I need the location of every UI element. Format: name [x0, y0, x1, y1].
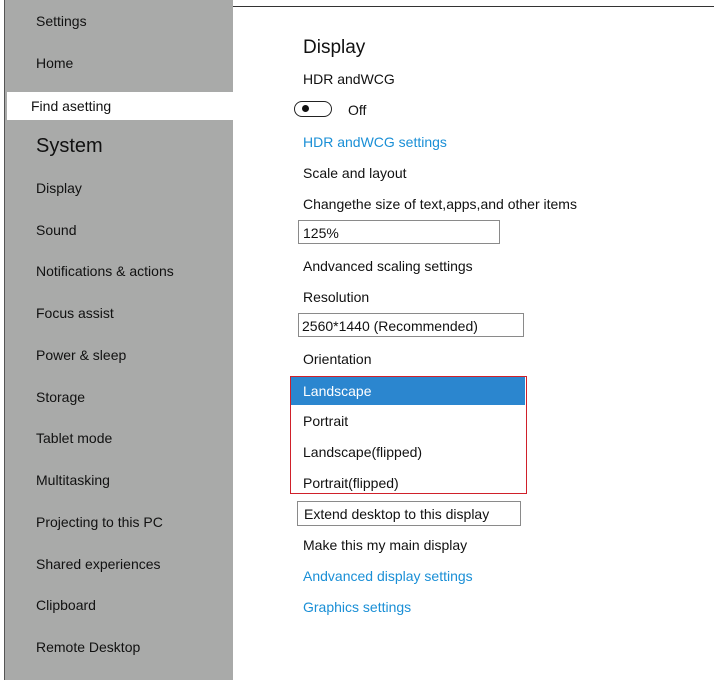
hdr-heading: HDR andWCG: [303, 71, 395, 87]
advanced-display-settings-link[interactable]: Andvanced display settings: [303, 568, 473, 584]
orientation-option-portrait[interactable]: Portrait: [291, 407, 525, 435]
display-settings-page: Display HDR andWCG Off HDR andWCG settin…: [0, 0, 714, 680]
orientation-option-landscape[interactable]: Landscape: [291, 377, 525, 405]
toggle-knob: [302, 105, 309, 112]
hdr-toggle-switch[interactable]: [294, 101, 332, 117]
resolution-dropdown[interactable]: 2560*1440 (Recommended): [298, 313, 524, 337]
scale-description: Changethe size of text,apps,and other it…: [303, 196, 577, 212]
main-display-option[interactable]: Make this my main display: [303, 537, 467, 553]
orientation-option-portrait-flipped[interactable]: Portrait(flipped): [291, 469, 525, 497]
multiple-displays-dropdown[interactable]: Extend desktop to this display: [297, 501, 521, 526]
hdr-wcg-settings-link[interactable]: HDR andWCG settings: [303, 134, 447, 150]
orientation-heading: Orientation: [303, 351, 372, 367]
orientation-dropdown-list: Landscape Portrait Landscape(flipped) Po…: [290, 376, 527, 494]
scale-dropdown[interactable]: 125%: [298, 220, 500, 244]
page-title: Display: [303, 37, 366, 58]
graphics-settings-link[interactable]: Graphics settings: [303, 599, 411, 615]
advanced-scaling-settings[interactable]: Andvanced scaling settings: [303, 258, 473, 274]
orientation-option-landscape-flipped[interactable]: Landscape(flipped): [291, 438, 525, 466]
resolution-heading: Resolution: [303, 289, 370, 305]
scale-layout-heading: Scale and layout: [303, 165, 407, 181]
hdr-toggle-state-label: Off: [348, 102, 367, 118]
